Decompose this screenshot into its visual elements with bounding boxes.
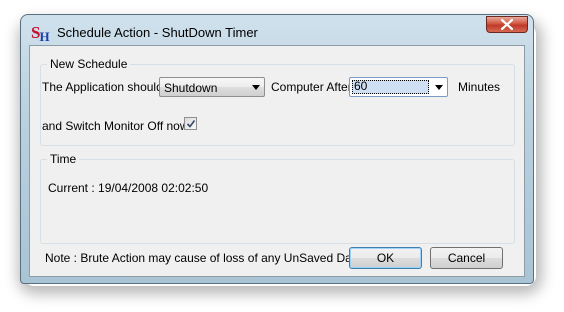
monitor-off-checkbox[interactable]	[184, 117, 197, 130]
checkmark-icon	[186, 120, 196, 128]
minutes-value: 60	[354, 79, 368, 93]
new-schedule-group-label: New Schedule	[47, 57, 131, 71]
app-icon-letter-h: H	[39, 29, 50, 44]
brute-action-note: Note : Brute Action may cause of loss of…	[45, 251, 362, 265]
cancel-button[interactable]: Cancel	[430, 247, 503, 269]
monitor-off-label: and Switch Monitor Off now	[42, 119, 189, 133]
app-icon: SH	[31, 23, 53, 44]
close-button[interactable]	[486, 16, 528, 33]
ok-button[interactable]: OK	[349, 247, 422, 269]
minutes-label: Minutes	[458, 80, 501, 94]
close-icon	[501, 19, 513, 30]
action-select[interactable]: Shutdown	[159, 77, 265, 97]
time-group: Time	[40, 152, 515, 244]
dialog-client-area: New Schedule The Application should Shut…	[29, 45, 525, 277]
app-should-label: The Application should	[42, 80, 163, 94]
computer-after-label: Computer After	[271, 80, 352, 94]
dialog-window: SH Schedule Action - ShutDown Timer New …	[20, 14, 534, 284]
chevron-down-icon	[252, 85, 260, 90]
minutes-combo[interactable]: 60	[349, 77, 448, 97]
action-select-value: Shutdown	[164, 81, 218, 95]
chevron-down-icon	[435, 85, 443, 90]
time-group-label: Time	[47, 152, 80, 166]
current-time: Current : 19/04/2008 02:02:50	[48, 181, 209, 195]
window-title: Schedule Action - ShutDown Timer	[57, 25, 258, 40]
